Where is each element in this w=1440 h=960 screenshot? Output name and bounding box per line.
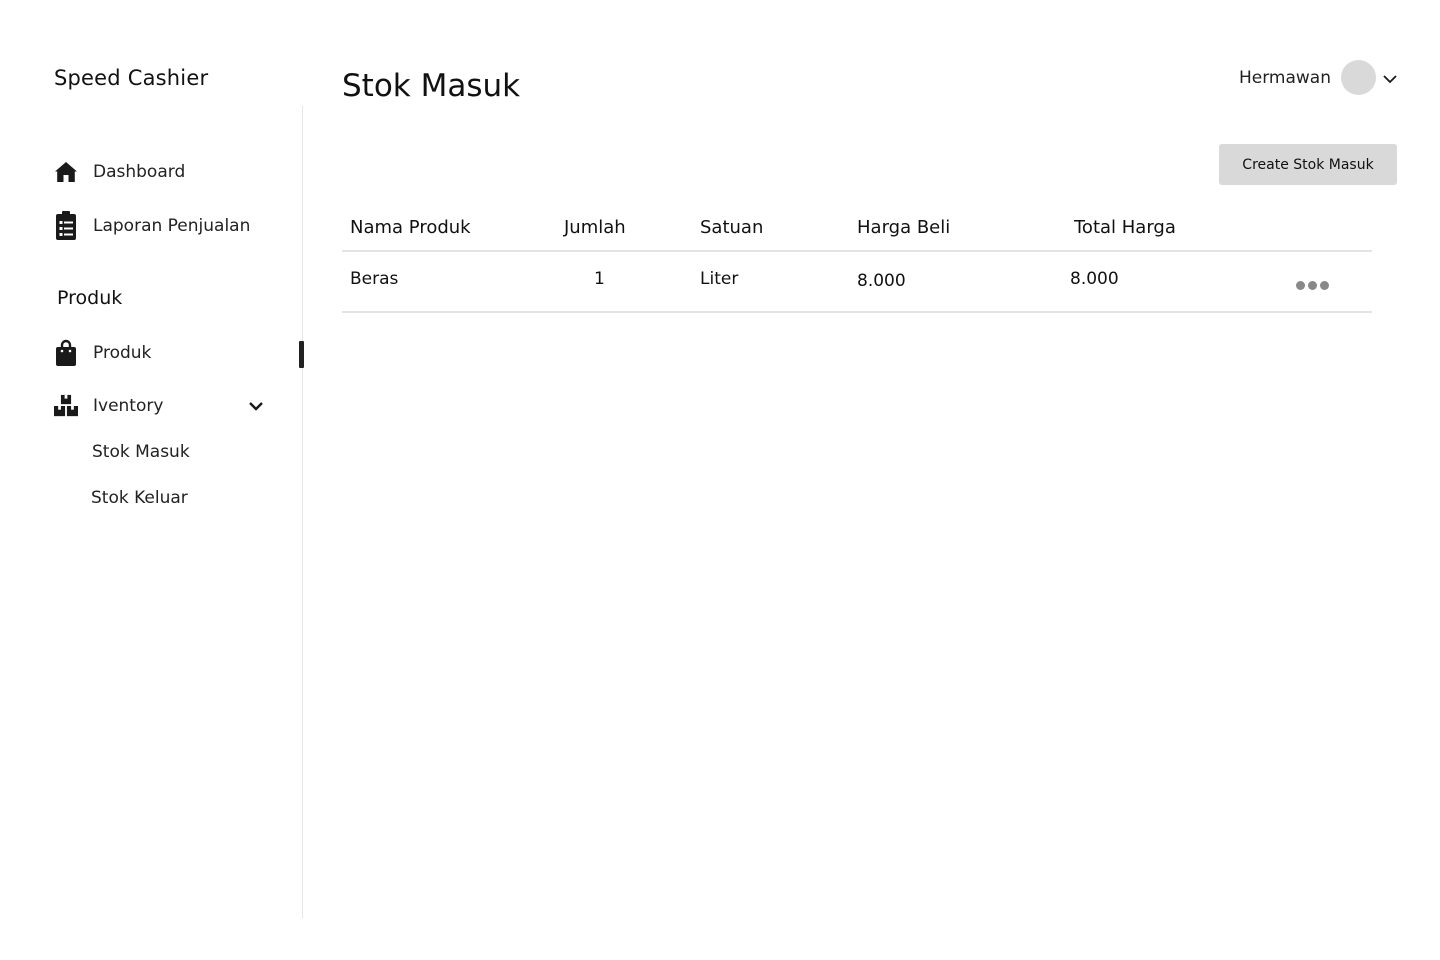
page-title: Stok Masuk — [342, 68, 521, 104]
stok-masuk-table: Nama Produk Jumlah Satuan Harga Beli Tot… — [342, 210, 1372, 313]
app-brand: Speed Cashier — [54, 66, 209, 90]
column-header-satuan: Satuan — [700, 217, 764, 238]
sidebar-subitem-stok-keluar[interactable]: Stok Keluar — [91, 488, 188, 508]
sidebar-item-dashboard[interactable]: Dashboard — [54, 158, 185, 186]
chevron-down-icon — [1383, 75, 1397, 84]
user-name: Hermawan — [1238, 67, 1331, 88]
active-nav-marker — [299, 341, 304, 368]
sidebar-section-produk: Produk — [57, 287, 123, 309]
column-header-total-harga: Total Harga — [1074, 217, 1176, 238]
sidebar-subitem-stok-masuk[interactable]: Stok Masuk — [92, 442, 190, 462]
chevron-down-icon[interactable] — [247, 397, 265, 415]
sidebar-item-inventory[interactable]: Iventory — [54, 392, 163, 420]
avatar — [1341, 60, 1376, 95]
cell-satuan: Liter — [700, 269, 739, 289]
sidebar-item-produk[interactable]: Produk — [54, 339, 151, 367]
user-menu[interactable]: Hermawan — [1239, 60, 1398, 95]
cell-harga-beli: 8.000 — [857, 271, 906, 291]
home-icon — [54, 158, 78, 186]
sidebar-item-label: Iventory — [93, 396, 164, 416]
sidebar-item-label: Produk — [93, 343, 152, 363]
sidebar-item-label: Dashboard — [93, 162, 186, 182]
column-header-harga-beli: Harga Beli — [857, 217, 951, 238]
more-actions-icon[interactable] — [1294, 279, 1331, 292]
shopping-bag-icon — [54, 339, 78, 367]
sidebar-item-label: Laporan Penjualan — [93, 216, 251, 236]
sidebar-item-laporan-penjualan[interactable]: Laporan Penjualan — [54, 211, 251, 240]
table-header: Nama Produk Jumlah Satuan Harga Beli Tot… — [342, 210, 1372, 252]
column-header-jumlah: Jumlah — [564, 217, 626, 238]
cell-nama-produk: Beras — [350, 269, 399, 289]
create-stok-masuk-button[interactable]: Create Stok Masuk — [1219, 144, 1397, 185]
boxes-icon — [54, 392, 78, 420]
table-row[interactable]: Beras 1 Liter 8.000 8.000 — [342, 252, 1372, 313]
cell-total-harga: 8.000 — [1070, 269, 1119, 289]
column-header-nama-produk: Nama Produk — [350, 217, 471, 238]
sidebar-divider — [302, 106, 303, 918]
cell-jumlah: 1 — [594, 269, 605, 289]
clipboard-list-icon — [54, 211, 78, 240]
